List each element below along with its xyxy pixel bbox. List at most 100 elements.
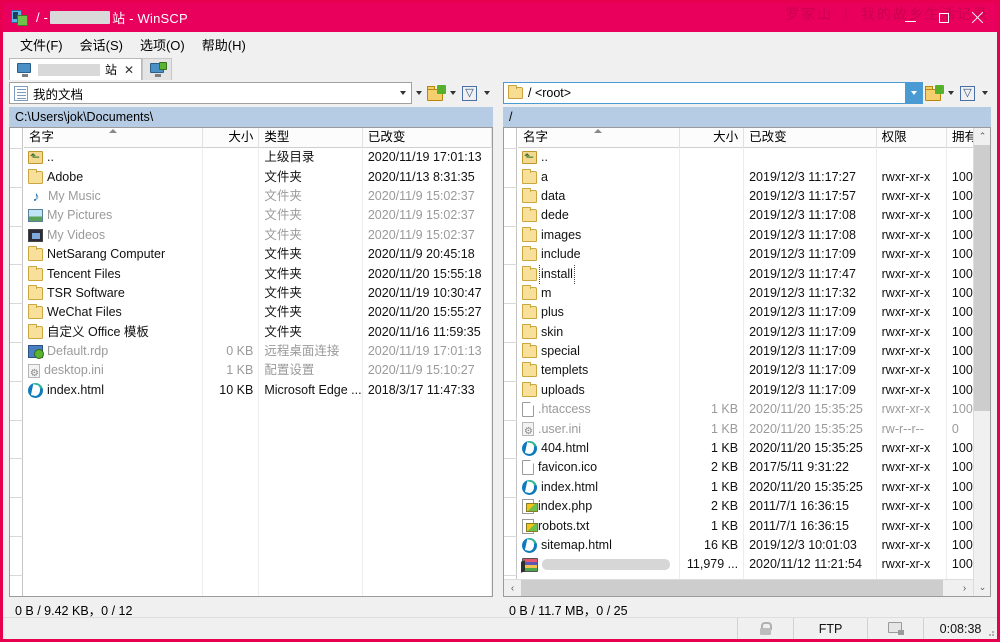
remote-filter-button[interactable]: ▽ [957,82,978,104]
remote-horizontal-scrollbar[interactable]: ‹ › [504,579,973,596]
tree-strip-divider [504,497,517,499]
maximize-icon[interactable] [927,3,960,32]
vertical-scroll-thumb[interactable] [974,145,990,411]
table-row[interactable]: install 2019/12/3 11:17:47 rwxr-xr-x 1000 [518,264,990,284]
table-row[interactable]: .htaccess 1 KB 2020/11/20 15:35:25 rwxr-xr-… [518,400,990,420]
local-tree-strip[interactable] [10,128,23,596]
table-row[interactable]: Tencent Files 文件夹 2020/11/20 15:55:18 [24,264,492,284]
table-row[interactable]: data 2019/12/3 11:17:57 rwxr-xr-x 1000 [518,186,990,207]
remote-path-dropdown-arrow[interactable] [905,83,922,103]
table-row[interactable]: NetSarang Computer 文件夹 2020/11/9 20:45:18 [24,244,492,265]
menu-item-help[interactable]: 帮助(H) [194,32,255,57]
cell-modified: 2020/11/9 15:02:37 [363,206,492,226]
table-row[interactable]: plus 2019/12/3 11:17:09 rwxr-xr-x 1000 [518,303,990,323]
tree-strip-divider [504,225,517,227]
table-row[interactable]: 11,979 ... 2020/11/12 11:21:54 rwxr-xr-x 10… [518,555,990,575]
local-open-dropdown[interactable] [446,82,459,104]
cell-rights: rwxr-xr-x [877,303,947,323]
cell-type: 文件夹 [259,283,363,304]
remote-tree-strip[interactable] [504,128,517,596]
session-tab-active[interactable]: 站 ✕ [9,58,143,80]
local-open-directory-button[interactable] [425,82,446,104]
table-row[interactable]: templets 2019/12/3 11:17:09 rwxr-xr-x 1000 [518,361,990,381]
status-encryption-cell[interactable] [737,618,793,639]
table-row[interactable]: My Videos 文件夹 2020/11/9 15:02:37 [24,225,492,245]
cell-name: desktop.ini [24,361,203,381]
scroll-up-icon[interactable]: ⌃ [974,128,990,145]
tree-strip-divider [504,303,517,305]
file-name-label: .user.ini [538,421,582,436]
remote-filter-dropdown[interactable] [978,82,991,104]
cell-name: robots.txt [518,516,680,536]
table-row[interactable]: m 2019/12/3 11:17:32 rwxr-xr-x 1000 [518,283,990,304]
column-header-name[interactable]: 名字 [24,128,203,148]
table-row[interactable]: .user.ini 1 KB2020/11/20 15:35:25rw-r--r-… [518,419,990,439]
table-row[interactable]: ♪ My Music 文件夹 2020/11/9 15:02:37 [24,186,492,207]
status-session-cell[interactable] [867,618,923,639]
scroll-right-icon[interactable]: › [956,580,973,596]
column-header-name[interactable]: 名字 [518,128,680,148]
cell-size: 0 KB [203,341,260,362]
menu-item-session[interactable]: 会话(S) [72,32,132,57]
horizontal-scroll-thumb[interactable] [521,580,943,596]
minimize-icon[interactable] [894,3,927,32]
column-header-label: 名字 [523,129,549,144]
table-row[interactable]: index.html 10 KB Microsoft Edge ... 2018/3/… [24,380,492,401]
cell-type: 文件夹 [259,225,363,245]
remote-vertical-scrollbar[interactable]: ⌃ ⌄ [973,128,990,596]
table-row[interactable]: 404.html 1 KB 2020/11/20 15:35:25 rwxr-xr-x… [518,438,990,459]
table-row[interactable]: special 2019/12/3 11:17:09 rwxr-xr-x 1000 [518,341,990,362]
remote-open-directory-button[interactable] [923,82,944,104]
table-row[interactable]: desktop.ini 1 KB配置设置2020/11/9 15:10:27 [24,361,492,381]
table-row[interactable]: index.php 2 KB 2011/7/1 16:36:15 rwxr-xr-x 1… [518,497,990,517]
table-row[interactable]: .. [518,148,990,168]
cell-rights: rwxr-xr-x [877,244,947,265]
column-header-rights[interactable]: 权限 [877,128,947,148]
table-row[interactable]: WeChat Files 文件夹 2020/11/20 15:55:27 [24,303,492,323]
table-row[interactable]: a 2019/12/3 11:17:27 rwxr-xr-x 1000 [518,167,990,187]
menu-item-file[interactable]: 文件(F) [12,32,72,57]
column-header-modified[interactable]: 已改变 [744,128,877,148]
resize-grip[interactable] [985,627,995,637]
table-row[interactable]: favicon.ico 2 KB 2017/5/11 9:31:22 rwxr-xr-… [518,458,990,478]
local-filter-button[interactable]: ▽ [459,82,480,104]
table-row[interactable]: include 2019/12/3 11:17:09 rwxr-xr-x 1000 [518,244,990,265]
tab-close-icon[interactable]: ✕ [122,63,136,77]
table-row[interactable]: Adobe 文件夹 2020/11/13 8:31:35 [24,167,492,187]
new-session-tab[interactable] [142,58,173,80]
remote-open-dropdown[interactable] [944,82,957,104]
column-header-size[interactable]: 大小 [203,128,260,148]
table-row[interactable]: My Pictures 文件夹 2020/11/9 15:02:37 [24,206,492,226]
table-row[interactable]: index.html 1 KB 2020/11/20 15:35:25 rwxr-xr… [518,477,990,498]
column-header-modified[interactable]: 已改变 [363,128,492,148]
table-row[interactable]: TSR Software 文件夹 2020/11/19 10:30:47 [24,283,492,304]
cell-modified: 2011/7/1 16:36:15 [744,516,877,536]
scroll-left-icon[interactable]: ‹ [504,580,521,596]
cell-name: install [518,264,680,284]
table-row[interactable]: 自定义 Office 模板 文件夹 2020/11/16 11:59:35 [24,322,492,342]
table-row[interactable]: robots.txt 1 KB 2011/7/1 16:36:15 rwxr-xr-x… [518,516,990,536]
table-row[interactable]: dede 2019/12/3 11:17:08 rwxr-xr-x 1000 [518,206,990,226]
table-row[interactable]: sitemap.html 16 KB 2019/12/3 10:01:03 rwxr-… [518,535,990,556]
scroll-down-icon[interactable]: ⌄ [974,579,990,596]
table-row[interactable]: uploads 2019/12/3 11:17:09 rwxr-xr-x 1000 [518,380,990,401]
column-header-type[interactable]: 类型 [259,128,363,148]
remote-toolbar: / <root> ▽ [503,81,991,105]
menu-item-options[interactable]: 选项(O) [132,32,194,57]
table-row[interactable]: skin 2019/12/3 11:17:09 rwxr-xr-x 1000 [518,322,990,342]
cell-name: plus [518,303,680,323]
local-history-dropdown[interactable] [412,82,425,104]
local-filter-dropdown[interactable] [480,82,493,104]
remote-path-combo[interactable]: / <root> [503,82,923,104]
close-icon[interactable] [960,3,993,32]
status-protocol-cell[interactable]: FTP [793,618,867,639]
table-row[interactable]: images 2019/12/3 11:17:08 rwxr-xr-x 1000 [518,225,990,245]
winscp-app-icon [11,9,29,27]
local-path-dropdown-arrow[interactable] [394,83,411,103]
empty-row [24,458,492,478]
local-path-combo[interactable]: 我的文档 [9,82,412,104]
table-row[interactable]: Default.rdp 0 KB 远程桌面连接 2020/11/19 17:01:13 [24,341,492,362]
column-header-size[interactable]: 大小 [680,128,745,148]
table-row[interactable]: .. 上级目录2020/11/19 17:01:13 [24,148,492,168]
file-name-label: Default.rdp [47,344,109,359]
